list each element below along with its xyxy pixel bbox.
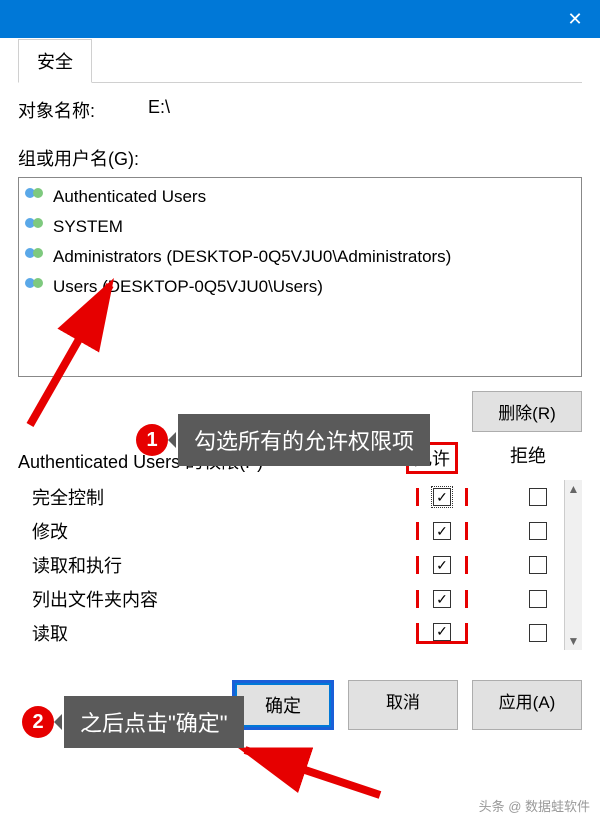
list-item-label: SYSTEM <box>53 217 123 237</box>
object-row: 对象名称: E:\ <box>18 97 582 123</box>
apply-button[interactable]: 应用(A) <box>472 680 582 730</box>
deny-checkbox[interactable] <box>529 522 547 540</box>
list-item[interactable]: Users (DESKTOP-0Q5VJU0\Users) <box>25 272 575 302</box>
group-button-row: 删除(R) <box>18 391 582 432</box>
perm-row: 修改 ✓ <box>18 514 564 548</box>
tab-security[interactable]: 安全 <box>18 39 92 83</box>
perm-name: 读取和执行 <box>32 552 416 578</box>
permissions-rows: 完全控制 ✓ 修改 ✓ 读取和执行 ✓ 列出文件夹内容 ✓ <box>18 480 564 650</box>
perm-name: 读取 <box>32 620 416 646</box>
deny-checkbox[interactable] <box>529 556 547 574</box>
scroll-down-icon[interactable]: ▼ <box>565 632 582 650</box>
dialog-content: 安全 对象名称: E:\ 组或用户名(G): Authenticated Use… <box>0 38 600 752</box>
permissions-area: 完全控制 ✓ 修改 ✓ 读取和执行 ✓ 列出文件夹内容 ✓ <box>18 480 582 650</box>
list-item[interactable]: SYSTEM <box>25 212 575 242</box>
close-icon: ✕ <box>567 9 582 30</box>
permissions-title: Authenticated Users 的权限(P) <box>18 448 263 474</box>
scrollbar[interactable]: ▲ ▼ <box>564 480 582 650</box>
list-item[interactable]: Authenticated Users <box>25 182 575 212</box>
cancel-button[interactable]: 取消 <box>348 680 458 730</box>
list-item-label: Authenticated Users <box>53 187 206 207</box>
perm-row: 读取和执行 ✓ <box>18 548 564 582</box>
cancel-button-label: 取消 <box>386 693 420 712</box>
close-button[interactable]: ✕ <box>550 0 600 38</box>
object-value: E:\ <box>148 97 170 123</box>
perm-row: 读取 ✓ <box>18 616 564 650</box>
perm-name: 修改 <box>32 518 416 544</box>
perm-row: 列出文件夹内容 ✓ <box>18 582 564 616</box>
remove-button[interactable]: 删除(R) <box>472 391 582 432</box>
ok-button-label: 确定 <box>265 696 301 716</box>
perm-name: 列出文件夹内容 <box>32 586 416 612</box>
tab-label: 安全 <box>37 52 73 72</box>
watermark: 头条 @ 数据蛙软件 <box>479 796 590 815</box>
users-icon <box>25 218 47 236</box>
titlebar: ✕ <box>0 0 600 38</box>
ok-button[interactable]: 确定 <box>235 683 331 727</box>
permissions-header: Authenticated Users 的权限(P) 允许 拒绝 <box>18 442 582 474</box>
groups-listbox[interactable]: Authenticated Users SYSTEM Administrator… <box>18 177 582 377</box>
scroll-up-icon[interactable]: ▲ <box>565 480 582 498</box>
allow-checkbox[interactable]: ✓ <box>433 623 451 641</box>
remove-button-label: 删除(R) <box>498 404 556 423</box>
dialog-buttons: 确定 取消 应用(A) <box>18 680 582 740</box>
users-icon <box>25 188 47 206</box>
list-item-label: Users (DESKTOP-0Q5VJU0\Users) <box>53 277 323 297</box>
users-icon <box>25 278 47 296</box>
deny-checkbox[interactable] <box>529 590 547 608</box>
allow-checkbox[interactable]: ✓ <box>433 522 451 540</box>
allow-column-header: 允许 <box>406 442 458 474</box>
allow-checkbox[interactable]: ✓ <box>433 488 451 506</box>
deny-checkbox[interactable] <box>529 488 547 506</box>
deny-column-header: 拒绝 <box>502 442 554 474</box>
ok-button-highlight: 确定 <box>232 680 334 730</box>
apply-button-label: 应用(A) <box>499 693 556 712</box>
list-item-label: Administrators (DESKTOP-0Q5VJU0\Administ… <box>53 247 451 267</box>
allow-checkbox[interactable]: ✓ <box>433 556 451 574</box>
perm-row: 完全控制 ✓ <box>18 480 564 514</box>
allow-checkbox[interactable]: ✓ <box>433 590 451 608</box>
list-item[interactable]: Administrators (DESKTOP-0Q5VJU0\Administ… <box>25 242 575 272</box>
groups-label: 组或用户名(G): <box>18 145 582 171</box>
deny-checkbox[interactable] <box>529 624 547 642</box>
object-label: 对象名称: <box>18 97 148 123</box>
tab-strip: 安全 <box>18 38 582 83</box>
perm-name: 完全控制 <box>32 484 416 510</box>
users-icon <box>25 248 47 266</box>
